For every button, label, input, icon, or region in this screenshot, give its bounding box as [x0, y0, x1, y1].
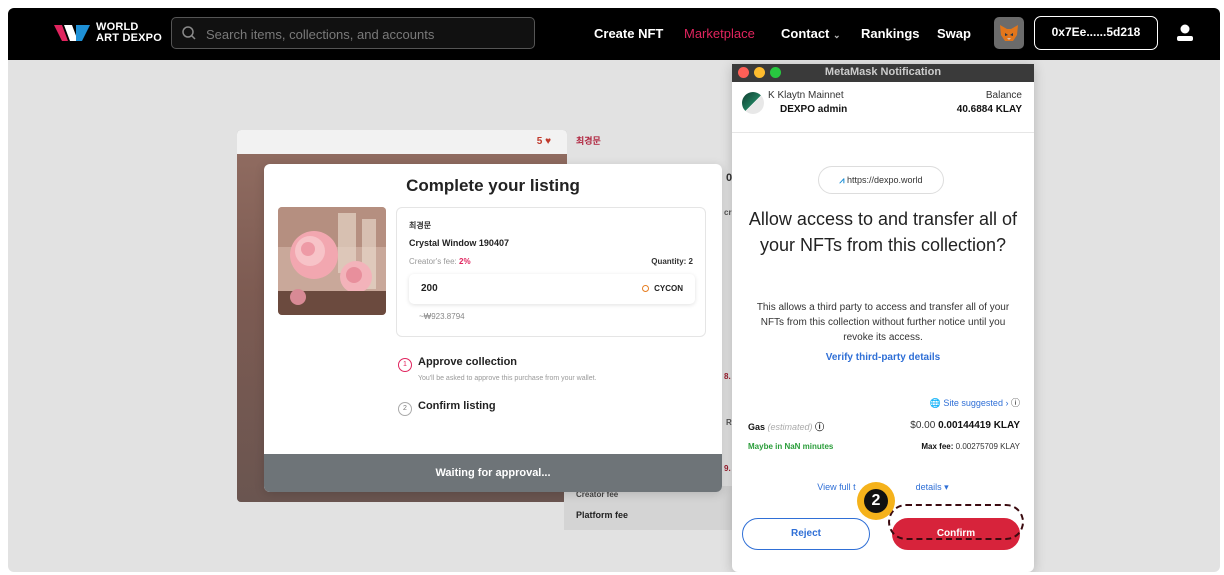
origin-url: https://dexpo.world — [847, 175, 923, 185]
account-header: K Klaytn Mainnet DEXPO admin Balance 40.… — [732, 82, 1034, 133]
background-author: 최경문 — [576, 136, 601, 146]
step-1-progress-icon: 1 — [398, 358, 412, 372]
creator-fee-label: Creator's fee: — [409, 257, 457, 266]
creator-fee-value: 2% — [459, 257, 471, 266]
step-confirm-listing: 2 Confirm listing — [398, 400, 496, 416]
browser-viewport: WORLD ART DEXPO Create NFT Marketplace C… — [8, 8, 1220, 572]
step-marker-number: 2 — [864, 489, 888, 513]
reject-button[interactable]: Reject — [742, 518, 870, 550]
background-fragment: 9. — [724, 464, 731, 473]
info-icon: ⓘ — [815, 422, 825, 432]
item-name: Crystal Window 190407 — [409, 238, 509, 248]
nav-marketplace[interactable]: Marketplace — [684, 26, 755, 41]
logo-line-2: ART DEXPO — [96, 32, 162, 44]
complete-listing-modal: Complete your listing 최경문 Crystal Window… — [264, 164, 722, 492]
card-header: 5 ♥ — [237, 130, 567, 154]
nav-swap[interactable]: Swap — [937, 26, 971, 41]
gas-label: Gas (estimated) ⓘ — [748, 420, 824, 433]
background-fragment: 8. — [724, 372, 731, 381]
search-box[interactable] — [171, 17, 535, 49]
view-full-suffix: details ▾ — [915, 482, 949, 492]
logo-text[interactable]: WORLD ART DEXPO — [96, 22, 162, 44]
confirm-highlight-ring — [888, 504, 1024, 540]
maximize-window-button[interactable] — [770, 67, 781, 78]
network-label: Klaytn Mainnet — [777, 90, 844, 101]
step-2-number-icon: 2 — [398, 402, 412, 416]
site-suggested-label: Site suggested — [943, 398, 1003, 408]
metamask-button[interactable] — [994, 17, 1024, 49]
close-window-button[interactable] — [738, 67, 749, 78]
nav-rankings[interactable]: Rankings — [861, 26, 920, 41]
search-input[interactable] — [204, 23, 528, 45]
rose-artwork-image — [278, 207, 386, 315]
user-icon[interactable] — [1174, 22, 1196, 44]
currency-name: CYCON — [654, 284, 683, 293]
krw-estimate: ~₩923.8794 — [419, 312, 465, 321]
minimize-window-button[interactable] — [754, 67, 765, 78]
klaytn-k-icon: K — [768, 90, 775, 101]
balance-label: Balance — [985, 90, 1022, 101]
verify-third-party-link[interactable]: Verify third-party details — [732, 352, 1034, 363]
permission-description: This allows a third party to access and … — [756, 302, 1010, 343]
origin-pill: ⩘ https://dexpo.world — [818, 166, 944, 194]
step-marker-badge: 2 — [857, 482, 895, 520]
site-suggested-link[interactable]: 🌐 Site suggested › ⓘ — [930, 396, 1020, 409]
top-nav: WORLD ART DEXPO Create NFT Marketplace C… — [8, 8, 1220, 60]
likes-count[interactable]: 5 ♥ — [537, 136, 551, 147]
balance-value: 40.6884 KLAY — [956, 104, 1022, 115]
quantity-label: Quantity: 2 — [651, 257, 693, 266]
view-full-prefix: View full t — [817, 482, 856, 492]
metamask-fox-icon — [1000, 25, 1018, 41]
cycon-coin-icon — [642, 285, 650, 292]
network-name: K Klaytn Mainnet — [768, 90, 844, 101]
max-fee: Max fee: 0.00275709 KLAY — [921, 442, 1020, 451]
step-approve-collection: 1 Approve collection — [398, 356, 517, 372]
max-fee-label: Max fee: — [921, 442, 954, 451]
wallet-address-button[interactable]: 0x7Ee......5d218 — [1034, 16, 1158, 50]
gas-value: $0.00 0.00144419 KLAY — [910, 420, 1020, 431]
chevron-right-icon: › — [1005, 398, 1009, 408]
permission-headline: Allow access to and transfer all of your… — [748, 209, 1018, 255]
gas-title: Gas — [748, 422, 766, 432]
modal-title: Complete your listing — [406, 176, 580, 195]
dexpo-logo-icon: ⩘ — [839, 175, 845, 185]
price-value: 200 — [421, 283, 438, 294]
waiting-status-bar: Waiting for approval... — [264, 454, 722, 492]
background-fragment: cr — [724, 208, 732, 217]
info-icon: ⓘ — [1010, 398, 1020, 408]
step-2-title: Confirm listing — [418, 400, 496, 412]
step-1-description: You'll be asked to approve this purchase… — [418, 375, 597, 382]
globe-icon: 🌐 — [929, 398, 941, 408]
heart-icon: ♥ — [545, 136, 551, 147]
search-icon — [182, 26, 196, 40]
gas-estimated-note: (estimated) — [767, 422, 813, 432]
time-estimate: Maybe in NaN minutes — [748, 442, 834, 451]
account-avatar — [742, 92, 764, 114]
currency-label: CYCON — [642, 284, 683, 293]
metamask-title-bar: MetaMask Notification — [732, 64, 1034, 82]
gas-usd: $0.00 — [910, 420, 936, 431]
listing-item-info: 최경문 Crystal Window 190407 Creator's fee:… — [396, 207, 706, 337]
nav-contact[interactable]: Contact ⌄ — [781, 26, 841, 41]
nav-create-nft[interactable]: Create NFT — [594, 26, 663, 41]
platform-fee-row: Platform fee — [576, 510, 629, 520]
max-fee-value: 0.00275709 KLAY — [955, 442, 1020, 451]
step-1-title: Approve collection — [418, 356, 518, 368]
nft-thumbnail — [278, 207, 386, 315]
fee-table-background: Creator fee Platform fee — [564, 486, 744, 530]
logo-icon[interactable] — [54, 21, 90, 45]
item-author: 최경문 — [409, 221, 432, 230]
price-field[interactable]: 200 CYCON — [409, 274, 695, 304]
account-name: DEXPO admin — [780, 104, 848, 115]
gas-klay: 0.00144419 KLAY — [938, 420, 1020, 431]
nav-contact-label: Contact — [781, 26, 830, 41]
chevron-down-icon: ⌄ — [833, 30, 841, 40]
creator-fee: Creator's fee: 2% — [409, 257, 471, 266]
likes-value: 5 — [536, 136, 543, 147]
